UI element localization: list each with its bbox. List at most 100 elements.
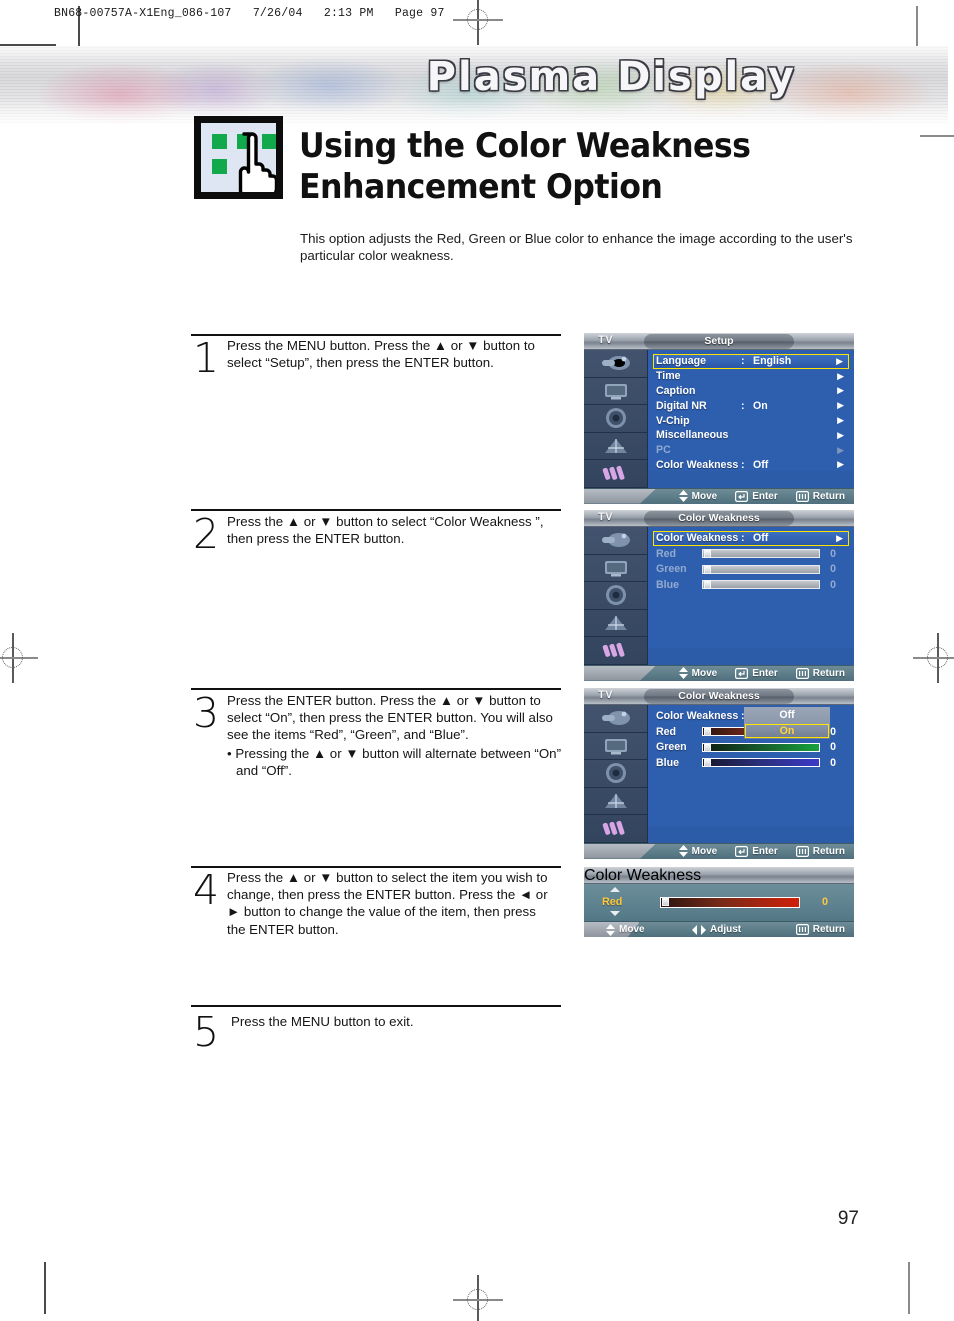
menu-item-language[interactable]: Language : English ▶ — [653, 354, 849, 369]
menu-label: Color Weakness — [656, 710, 739, 723]
menu-label: Color Weakness — [656, 532, 739, 545]
slider-row-blue: Blue 0 — [648, 577, 854, 593]
picture-screen-icon[interactable] — [584, 378, 647, 405]
step-text-3: Press the ENTER button. Press the ▲ or ▼… — [227, 692, 562, 779]
slider-row-green[interactable]: Green 0 — [648, 739, 854, 755]
slider-value: 0 — [830, 725, 836, 738]
footer-return: Return — [795, 491, 845, 502]
chevron-right-icon: ▶ — [837, 400, 844, 411]
step-text-1: Press the MENU button. Press the ▲ or ▼ … — [227, 338, 535, 371]
osd-footer: Move Enter Return — [584, 664, 854, 681]
osd-source-label: TV — [598, 334, 614, 346]
footer-label: Move — [691, 667, 718, 679]
slider-value: 0 — [830, 547, 836, 560]
adjust-slider-track[interactable] — [660, 896, 800, 908]
menu-colon: : — [741, 458, 745, 471]
menu-item-digital-nr[interactable]: Digital NR : On ▶ — [648, 398, 854, 413]
slider-handle[interactable] — [704, 726, 711, 736]
slider-track — [702, 580, 820, 590]
footer-return: Return — [795, 924, 845, 935]
osd-adjust-body[interactable]: Red 0 — [584, 884, 854, 921]
dropdown-option-on[interactable]: On — [744, 723, 830, 739]
input-source-icon[interactable] — [584, 350, 647, 378]
osd-panel-setup[interactable]: TV Setup Language : English ▶ Time ▶ Cap… — [584, 333, 854, 504]
input-source-icon[interactable] — [584, 527, 647, 555]
menu-item-caption[interactable]: Caption ▶ — [648, 384, 854, 399]
menu-value: Off — [753, 458, 769, 471]
slider-row-blue[interactable]: Blue 0 — [648, 755, 854, 771]
menu-colon: : — [741, 355, 745, 368]
menu-item-color-weakness[interactable]: Color Weakness : Off ▶ — [648, 458, 854, 473]
setup-tools-icon[interactable] — [584, 815, 647, 843]
footer-label: Move — [691, 490, 718, 502]
hand-pointing-menu-icon — [194, 116, 283, 199]
dropdown-on-off[interactable]: Off On — [744, 707, 830, 739]
slider-label: Green — [656, 563, 687, 576]
menu-item-miscellaneous[interactable]: Miscellaneous ▶ — [648, 428, 854, 443]
slider-handle — [704, 564, 711, 574]
menu-value: English — [753, 355, 792, 368]
sound-speaker-icon[interactable] — [584, 760, 647, 788]
chevron-right-icon: ▶ — [836, 355, 843, 366]
menu-label: V-Chip — [656, 414, 690, 427]
menu-item-v-chip[interactable]: V-Chip ▶ — [648, 413, 854, 428]
enter-key-icon — [735, 490, 749, 502]
picture-screen-icon[interactable] — [584, 555, 647, 582]
channel-antenna-icon[interactable] — [584, 610, 647, 637]
footer-label: Enter — [752, 667, 778, 679]
osd-panel-color-weakness-dropdown[interactable]: TV Color Weakness Color Weakness : Off O… — [584, 688, 854, 859]
osd-sidebar — [584, 350, 648, 488]
osd-sidebar — [584, 527, 648, 665]
slider-handle[interactable] — [704, 742, 711, 752]
channel-antenna-icon[interactable] — [584, 788, 647, 815]
dropdown-option-off[interactable]: Off — [744, 707, 830, 723]
menu-item-color-weakness-toggle[interactable]: Color Weakness : Off On — [648, 707, 854, 739]
crop-mark-right-horizontal — [920, 135, 954, 137]
osd-title: Color Weakness — [644, 689, 794, 704]
osd-menu-list[interactable]: Color Weakness : Off On Red 0 Green 0 Bl… — [648, 705, 854, 826]
menu-key-icon — [795, 924, 809, 935]
osd-sidebar — [584, 705, 648, 843]
sound-speaker-icon[interactable] — [584, 582, 647, 610]
setup-tools-icon[interactable] — [584, 460, 647, 488]
page-title: Using the Color Weakness Enhancement Opt… — [299, 126, 751, 207]
menu-label: Digital NR — [656, 399, 707, 412]
osd-menu-list[interactable]: Language : English ▶ Time ▶ Caption ▶ Di… — [648, 350, 854, 471]
registration-mark-bottom — [453, 1275, 503, 1321]
step-divider-5 — [191, 1005, 561, 1007]
input-source-icon[interactable] — [584, 705, 647, 733]
footer-move: Move — [606, 923, 645, 936]
crop-mark-bottom-right-vertical — [908, 1262, 910, 1314]
slider-track[interactable] — [702, 758, 820, 768]
setup-tools-icon[interactable] — [584, 637, 647, 665]
osd-panel-color-weakness-off[interactable]: TV Color Weakness Color Weakness : Off ▶ — [584, 510, 854, 681]
menu-item-color-weakness-toggle[interactable]: Color Weakness : Off ▶ — [653, 531, 849, 546]
osd-panel-adjust-red[interactable]: Color Weakness Red 0 Move Adjust Return — [584, 867, 854, 937]
caret-down-icon[interactable] — [610, 911, 620, 916]
menu-item-time[interactable]: Time ▶ — [648, 369, 854, 384]
menu-value: Off — [753, 532, 769, 545]
step-divider-3 — [191, 688, 561, 690]
channel-antenna-icon[interactable] — [584, 433, 647, 460]
slider-label: Blue — [656, 756, 679, 769]
footer-lead-shape — [584, 843, 656, 859]
picture-screen-icon[interactable] — [584, 733, 647, 760]
slider-value: 0 — [830, 741, 836, 754]
slider-label: Green — [656, 741, 687, 754]
up-down-arrows-icon — [678, 845, 688, 857]
step-text-4: Press the ▲ or ▼ button to select the it… — [227, 870, 548, 937]
osd-header: TV Color Weakness — [584, 688, 854, 705]
slider-track — [702, 548, 820, 559]
slider-handle[interactable] — [662, 896, 669, 906]
chevron-right-icon: ▶ — [836, 532, 843, 543]
caret-up-icon[interactable] — [610, 887, 620, 892]
step-number-4: 4 — [193, 866, 220, 914]
sound-speaker-icon[interactable] — [584, 405, 647, 433]
slider-handle[interactable] — [704, 758, 711, 768]
osd-menu-list[interactable]: Color Weakness : Off ▶ Red 0 Green 0 Blu… — [648, 527, 854, 648]
step-text-3-bullet: • Pressing the ▲ or ▼ button will altern… — [227, 745, 562, 778]
slider-track[interactable] — [702, 742, 820, 752]
step-number-1: 1 — [193, 334, 220, 382]
step-number-3: 3 — [193, 689, 220, 737]
page-subtitle: This option adjusts the Red, Green or Bl… — [300, 231, 853, 263]
